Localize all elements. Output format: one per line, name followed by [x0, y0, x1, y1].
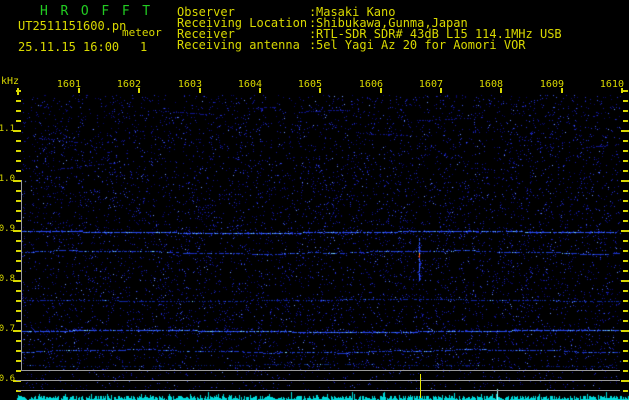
- freq-axis-unit-label: kHz: [1, 76, 20, 87]
- freq-tick-right: [623, 140, 628, 142]
- freq-tick-right: [621, 230, 629, 232]
- time-label: 1606: [358, 79, 383, 90]
- freq-tick-right: [623, 160, 628, 162]
- hrofft-window: H R O F F T UT2511151600.pn meteor 25.11…: [0, 0, 629, 400]
- freq-tick-right: [623, 190, 628, 192]
- freq-tick-right: [621, 280, 629, 282]
- spectrogram-canvas: [0, 0, 629, 400]
- freq-tick-right: [623, 220, 628, 222]
- freq-tick-right: [623, 250, 628, 252]
- time-tick: [259, 88, 261, 93]
- freq-tick-left: [16, 160, 21, 162]
- band-border-vline: [21, 180, 22, 370]
- datetime-label: 25.11.15 16:00: [18, 40, 120, 54]
- freq-tick-right: [623, 90, 628, 92]
- time-tick: [500, 88, 502, 93]
- freq-tick-right: [623, 290, 628, 292]
- freq-tick-right: [621, 180, 629, 182]
- spectrogram-bottom-line: [21, 370, 620, 371]
- time-tick: [440, 88, 442, 93]
- time-tick: [319, 88, 321, 93]
- signal-strip-top-line: [18, 390, 620, 391]
- freq-label: 0.6: [0, 374, 15, 384]
- freq-tick-left: [16, 170, 21, 172]
- time-label: 1601: [56, 79, 81, 90]
- freq-tick-right: [623, 100, 628, 102]
- freq-tick-right: [621, 330, 629, 332]
- freq-tick-left: [16, 90, 21, 92]
- freq-tick-right: [623, 390, 628, 392]
- freq-label: 0.9: [0, 224, 15, 234]
- freq-tick-right: [623, 300, 628, 302]
- time-label: 1608: [478, 79, 503, 90]
- freq-tick-right: [623, 360, 628, 362]
- freq-tick-right: [623, 340, 628, 342]
- time-label: 1603: [177, 79, 202, 90]
- freq-tick-left: [16, 120, 21, 122]
- freq-tick-right: [623, 270, 628, 272]
- freq-tick-right: [623, 350, 628, 352]
- time-tick: [561, 88, 563, 93]
- time-tick: [199, 88, 201, 93]
- freq-0-6-gridline: [16, 380, 620, 381]
- freq-tick-right: [621, 380, 629, 382]
- freq-label: 0.7: [0, 324, 15, 334]
- time-label: 1605: [297, 79, 322, 90]
- freq-tick-right: [623, 200, 628, 202]
- freq-tick-left: [16, 110, 21, 112]
- freq-tick-left: [16, 150, 21, 152]
- freq-tick-right: [623, 310, 628, 312]
- count-label: 1: [140, 40, 148, 54]
- time-label: 1604: [237, 79, 262, 90]
- time-cursor-line: [420, 374, 421, 398]
- freq-tick-right: [621, 130, 629, 132]
- freq-tick-right: [623, 240, 628, 242]
- freq-tick-right: [623, 170, 628, 172]
- info-label: Receiving antenna: [177, 38, 300, 52]
- time-tick: [138, 88, 140, 93]
- app-title: H R O F F T: [40, 4, 153, 19]
- time-label: 1602: [116, 79, 141, 90]
- time-tick: [380, 88, 382, 93]
- freq-tick-right: [623, 260, 628, 262]
- freq-tick-right: [623, 320, 628, 322]
- mode-label: meteor: [122, 26, 162, 39]
- time-label: 1607: [418, 79, 443, 90]
- freq-label: 1.1: [0, 124, 15, 134]
- info-value: 5el Yagi Az 20 for Aomori VOR: [316, 38, 526, 52]
- time-label: 1609: [539, 79, 564, 90]
- time-tick: [78, 88, 80, 93]
- output-filename: UT2511151600.pn: [18, 19, 127, 33]
- freq-tick-right: [623, 210, 628, 212]
- freq-tick-left: [16, 100, 21, 102]
- freq-tick-right: [623, 150, 628, 152]
- freq-tick-right: [623, 370, 628, 372]
- freq-tick-right: [623, 110, 628, 112]
- freq-label: 1.0: [0, 174, 15, 184]
- freq-label: 0.8: [0, 274, 15, 284]
- freq-tick-left: [16, 140, 21, 142]
- freq-tick-right: [623, 120, 628, 122]
- time-label: 1610: [599, 79, 624, 90]
